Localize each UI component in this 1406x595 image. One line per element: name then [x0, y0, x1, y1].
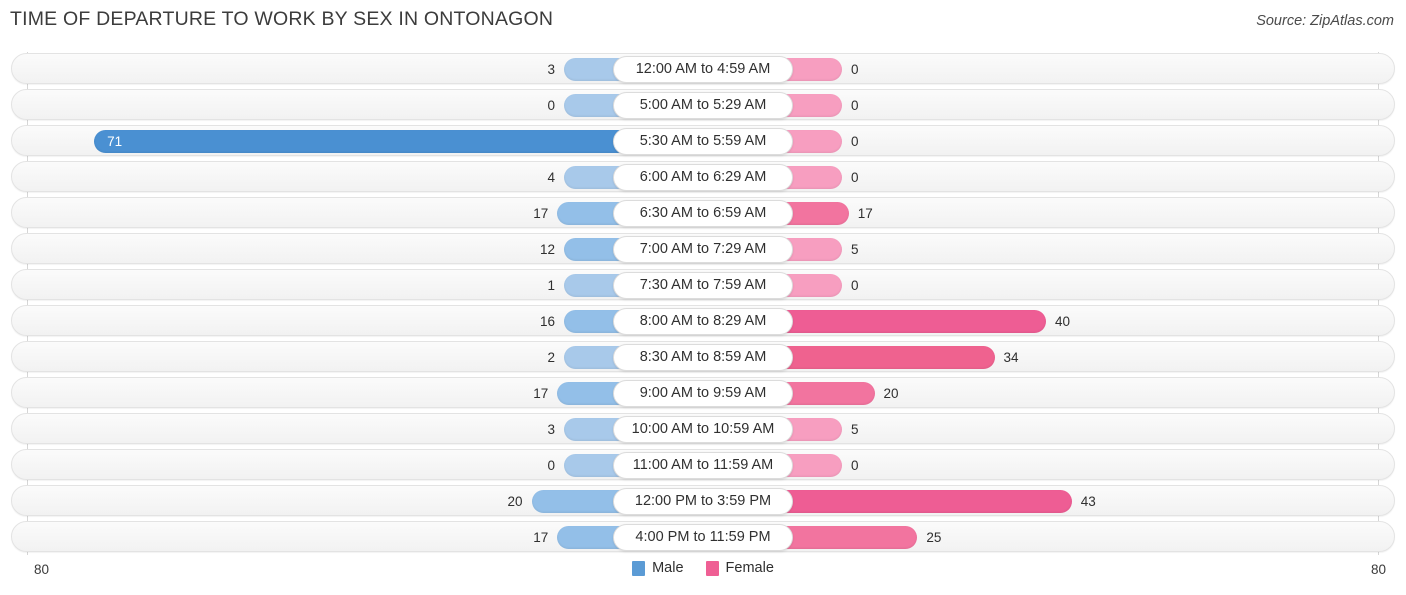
legend-label: Male	[652, 560, 684, 576]
category-label: 8:30 AM to 8:59 AM	[613, 344, 793, 371]
bar-row: 71 0 5:30 AM to 5:59 AM	[11, 125, 1395, 156]
value-label-male: 20	[507, 494, 523, 509]
value-label-male: 0	[547, 458, 555, 473]
value-label-female: 5	[851, 422, 859, 437]
category-label: 5:30 AM to 5:59 AM	[613, 128, 793, 155]
value-label-female: 20	[883, 386, 899, 401]
legend-item[interactable]: Female	[705, 560, 774, 576]
bar-row: 17 20 9:00 AM to 9:59 AM	[11, 377, 1395, 408]
value-label-male: 3	[547, 62, 555, 77]
value-label-female: 17	[857, 206, 873, 221]
bar-male	[94, 130, 703, 153]
category-label: 12:00 AM to 4:59 AM	[613, 56, 793, 83]
bar-pair: 17 20 9:00 AM to 9:59 AM	[12, 378, 1394, 407]
category-label: 11:00 AM to 11:59 AM	[613, 452, 793, 479]
source-attribution: Source: ZipAtlas.com	[1256, 13, 1394, 29]
category-label: 7:00 AM to 7:29 AM	[613, 236, 793, 263]
bar-pair: 20 43 12:00 PM to 3:59 PM	[12, 486, 1394, 515]
category-label: 10:00 AM to 10:59 AM	[613, 416, 793, 443]
category-label: 8:00 AM to 8:29 AM	[613, 308, 793, 335]
bar-row: 0 0 5:00 AM to 5:29 AM	[11, 89, 1395, 120]
value-label-female: 40	[1055, 314, 1071, 329]
bar-row: 0 0 11:00 AM to 11:59 AM	[11, 449, 1395, 480]
bar-pair: 0 0 5:00 AM to 5:29 AM	[12, 90, 1394, 119]
bar-pair: 1 0 7:30 AM to 7:59 AM	[12, 270, 1394, 299]
category-label: 6:00 AM to 6:29 AM	[613, 164, 793, 191]
bar-row: 17 17 6:30 AM to 6:59 AM	[11, 197, 1395, 228]
bar-row: 3 0 12:00 AM to 4:59 AM	[11, 53, 1395, 84]
value-label-female: 0	[851, 458, 859, 473]
category-label: 7:30 AM to 7:59 AM	[613, 272, 793, 299]
value-label-male: 2	[547, 350, 555, 365]
bar-pair: 3 0 12:00 AM to 4:59 AM	[12, 54, 1394, 83]
bar-row: 2 34 8:30 AM to 8:59 AM	[11, 341, 1395, 372]
bar-pair: 16 40 8:00 AM to 8:29 AM	[12, 306, 1394, 335]
bar-pair: 12 5 7:00 AM to 7:29 AM	[12, 234, 1394, 263]
bar-pair: 17 17 6:30 AM to 6:59 AM	[12, 198, 1394, 227]
bar-pair: 3 5 10:00 AM to 10:59 AM	[12, 414, 1394, 443]
value-label-male: 0	[547, 98, 555, 113]
value-label-female: 25	[926, 530, 942, 545]
bar-pair: 4 0 6:00 AM to 6:29 AM	[12, 162, 1394, 191]
category-label: 12:00 PM to 3:59 PM	[613, 488, 793, 515]
value-label-male: 4	[547, 170, 555, 185]
chart-page: TIME OF DEPARTURE TO WORK BY SEX IN ONTO…	[0, 0, 1406, 595]
value-label-female: 0	[851, 134, 859, 149]
value-label-female: 0	[851, 98, 859, 113]
page-title: TIME OF DEPARTURE TO WORK BY SEX IN ONTO…	[10, 8, 554, 30]
value-label-male: 16	[539, 314, 555, 329]
category-label: 9:00 AM to 9:59 AM	[613, 380, 793, 407]
bar-pair: 2 34 8:30 AM to 8:59 AM	[12, 342, 1394, 371]
value-label-female: 34	[1003, 350, 1019, 365]
bar-pair: 0 0 11:00 AM to 11:59 AM	[12, 450, 1394, 479]
bar-row: 17 25 4:00 PM to 11:59 PM	[11, 521, 1395, 552]
bar-pair: 71 0 5:30 AM to 5:59 AM	[12, 126, 1394, 155]
value-label-male: 17	[533, 386, 549, 401]
value-label-female: 0	[851, 170, 859, 185]
value-label-male: 12	[539, 242, 555, 257]
bar-row: 1 0 7:30 AM to 7:59 AM	[11, 269, 1395, 300]
plot-area: 3 0 12:00 AM to 4:59 AM 0 0 5:00 AM to 5:29 A…	[0, 52, 1406, 555]
bar-row: 4 0 6:00 AM to 6:29 AM	[11, 161, 1395, 192]
legend-swatch-icon	[705, 560, 719, 576]
bar-row: 12 5 7:00 AM to 7:29 AM	[11, 233, 1395, 264]
legend-label: Female	[725, 560, 774, 576]
value-label-female: 5	[851, 242, 859, 257]
value-label-male: 1	[547, 278, 555, 293]
value-label-male: 17	[533, 530, 549, 545]
bar-pair: 17 25 4:00 PM to 11:59 PM	[12, 522, 1394, 551]
category-label: 5:00 AM to 5:29 AM	[613, 92, 793, 119]
value-label-female: 43	[1080, 494, 1096, 509]
category-label: 6:30 AM to 6:59 AM	[613, 200, 793, 227]
value-label-male: 3	[547, 422, 555, 437]
bar-row: 3 5 10:00 AM to 10:59 AM	[11, 413, 1395, 444]
value-label-female: 0	[851, 278, 859, 293]
value-label-female: 0	[851, 62, 859, 77]
legend-item[interactable]: Male	[632, 560, 684, 576]
chart-legend: Male Female	[0, 560, 1406, 576]
value-label-male: 17	[533, 206, 549, 221]
category-label: 4:00 PM to 11:59 PM	[613, 524, 793, 551]
bar-row: 16 40 8:00 AM to 8:29 AM	[11, 305, 1395, 336]
bar-row: 20 43 12:00 PM to 3:59 PM	[11, 485, 1395, 516]
value-label-male: 71	[107, 134, 123, 149]
legend-swatch-icon	[632, 560, 646, 576]
